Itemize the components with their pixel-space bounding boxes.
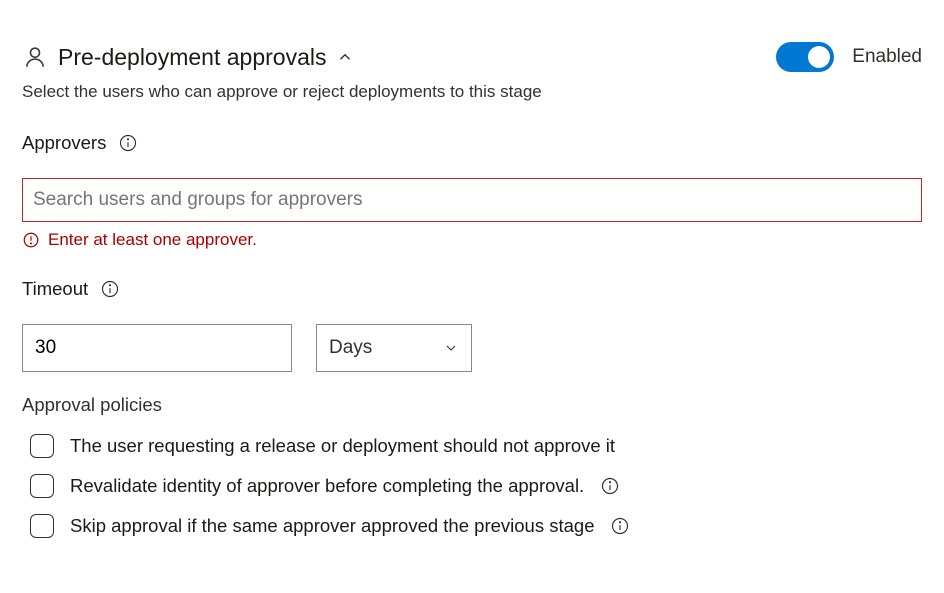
- timeout-label-row: Timeout: [22, 278, 922, 300]
- info-icon[interactable]: [600, 476, 620, 496]
- approvers-label-row: Approvers: [22, 132, 922, 154]
- timeout-value-input[interactable]: [22, 324, 292, 372]
- enabled-toggle-group: Enabled: [776, 42, 922, 72]
- info-icon[interactable]: [100, 279, 120, 299]
- enabled-toggle-label: Enabled: [852, 46, 922, 68]
- toggle-knob: [808, 46, 830, 68]
- section-title: Pre-deployment approvals: [58, 44, 326, 71]
- chevron-down-icon: [443, 340, 459, 356]
- person-icon: [22, 44, 48, 70]
- approvers-search-input[interactable]: [22, 178, 922, 222]
- timeout-unit-value: Days: [329, 337, 372, 359]
- policy-checkbox[interactable]: [30, 514, 54, 538]
- section-subtitle: Select the users who can approve or reje…: [22, 82, 922, 102]
- policy-row-revalidate: Revalidate identity of approver before c…: [30, 474, 922, 498]
- policy-label: Revalidate identity of approver before c…: [70, 475, 584, 497]
- chevron-up-icon: [336, 48, 354, 66]
- info-icon[interactable]: [610, 516, 630, 536]
- timeout-inputs: Days: [22, 324, 922, 372]
- policy-checkbox[interactable]: [30, 474, 54, 498]
- info-icon[interactable]: [118, 133, 138, 153]
- policy-label: The user requesting a release or deploym…: [70, 435, 615, 457]
- approval-policies-title: Approval policies: [22, 394, 922, 416]
- section-header: Pre-deployment approvals Enabled: [22, 42, 922, 72]
- enabled-toggle[interactable]: [776, 42, 834, 72]
- policy-checkbox[interactable]: [30, 434, 54, 458]
- section-title-toggle[interactable]: Pre-deployment approvals: [22, 44, 354, 71]
- policy-row-skip: Skip approval if the same approver appro…: [30, 514, 922, 538]
- timeout-label: Timeout: [22, 278, 88, 300]
- timeout-unit-select[interactable]: Days: [316, 324, 472, 372]
- policy-row-requester: The user requesting a release or deploym…: [30, 434, 922, 458]
- approvers-label: Approvers: [22, 132, 106, 154]
- approvers-error-text: Enter at least one approver.: [48, 230, 257, 250]
- policy-label: Skip approval if the same approver appro…: [70, 515, 594, 537]
- error-icon: [22, 231, 40, 249]
- approvers-error: Enter at least one approver.: [22, 230, 922, 250]
